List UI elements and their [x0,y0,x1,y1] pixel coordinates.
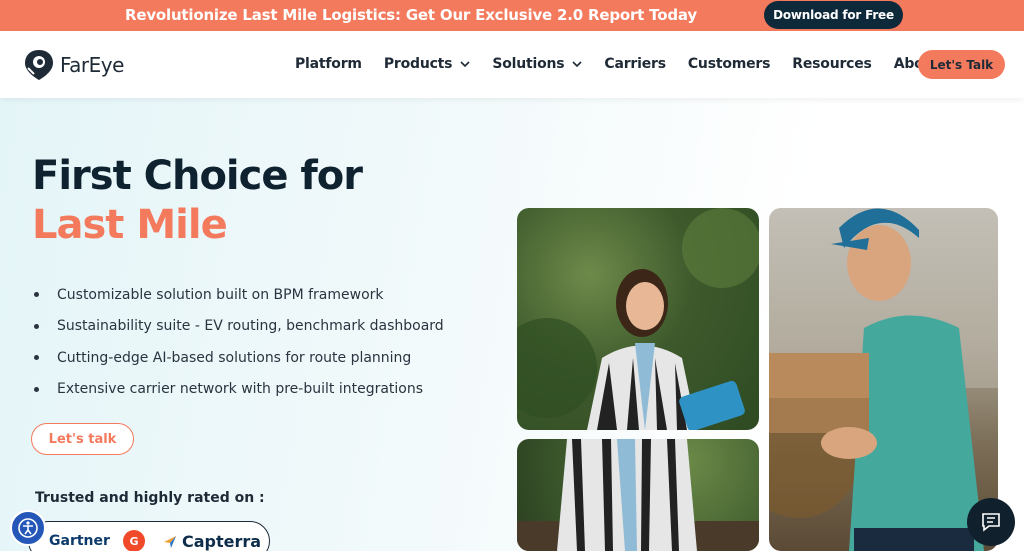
fareye-logo[interactable]: FarEye [22,48,124,82]
nav-products[interactable]: Products [384,56,471,72]
feature-item: Customizable solution built on BPM frame… [32,279,444,311]
hero-photo-woman-bottom [517,439,759,551]
feature-text: Cutting-edge AI-based solutions for rout… [57,349,412,366]
chevron-down-icon [460,61,470,68]
feature-item: Sustainability suite - EV routing, bench… [32,311,444,343]
nav-label: Customers [687,56,771,72]
capterra-logo: Capterra [163,532,261,551]
nav-resources[interactable]: Resources [792,56,872,72]
trusted-label: Trusted and highly rated on : [35,490,265,506]
nav-label: Carriers [604,56,666,72]
nav-label: Products [383,56,453,72]
nav-solutions[interactable]: Solutions [492,56,582,72]
chevron-down-icon [572,61,582,68]
feature-item: Cutting-edge AI-based solutions for rout… [32,342,444,374]
nav-label: Resources [792,56,872,72]
g2-logo: G [123,530,145,551]
announcement-bar: Revolutionize Last Mile Logistics: Get O… [0,0,1024,31]
bullet-dot [34,323,39,329]
nav-platform[interactable]: Platform [295,56,362,72]
bullet-dot [34,386,39,392]
woman-bottom-illustration [517,439,759,551]
nav-label: Platform [295,56,362,72]
lets-talk-hero-button[interactable]: Let's talk [31,423,134,455]
bullet-dot [34,355,39,361]
nav-customers[interactable]: Customers [687,56,771,72]
site-header: FarEye Platform Products Solutions Carri… [0,31,1024,98]
fareye-logo-icon [25,50,53,80]
gartner-logo: Gartner [49,533,110,549]
chat-icon [982,513,1000,532]
feature-item: Extensive carrier network with pre-built… [32,374,444,406]
nav-carriers[interactable]: Carriers [604,56,666,72]
announcement-text: Revolutionize Last Mile Logistics: Get O… [125,6,697,24]
hero-title-line1: First Choice for [32,153,363,199]
ratings-badge[interactable]: Gartner G Capterra [28,521,270,551]
hero-title-line2: Last Mile [32,202,228,248]
hero-photo-woman-tablet [517,208,759,430]
main-nav: Platform Products Solutions Carriers Cus… [295,56,980,72]
hero-photo-delivery-man [769,208,998,551]
bullet-dot [34,292,39,298]
delivery-man-illustration [769,208,998,551]
accessibility-icon [18,518,38,538]
capterra-arrow-icon [164,535,176,548]
chat-button[interactable] [967,498,1015,546]
feature-list: Customizable solution built on BPM frame… [32,279,444,405]
logo-text: FarEye [60,53,124,77]
lets-talk-header-button[interactable]: Let's Talk [918,50,1005,79]
download-for-free-button[interactable]: Download for Free [764,1,903,29]
feature-text: Sustainability suite - EV routing, bench… [57,318,444,335]
nav-label: Solutions [492,56,565,72]
capterra-text: Capterra [182,532,262,551]
feature-text: Extensive carrier network with pre-built… [57,381,424,398]
feature-text: Customizable solution built on BPM frame… [57,286,384,303]
woman-illustration [517,208,759,430]
accessibility-button[interactable] [10,510,46,546]
